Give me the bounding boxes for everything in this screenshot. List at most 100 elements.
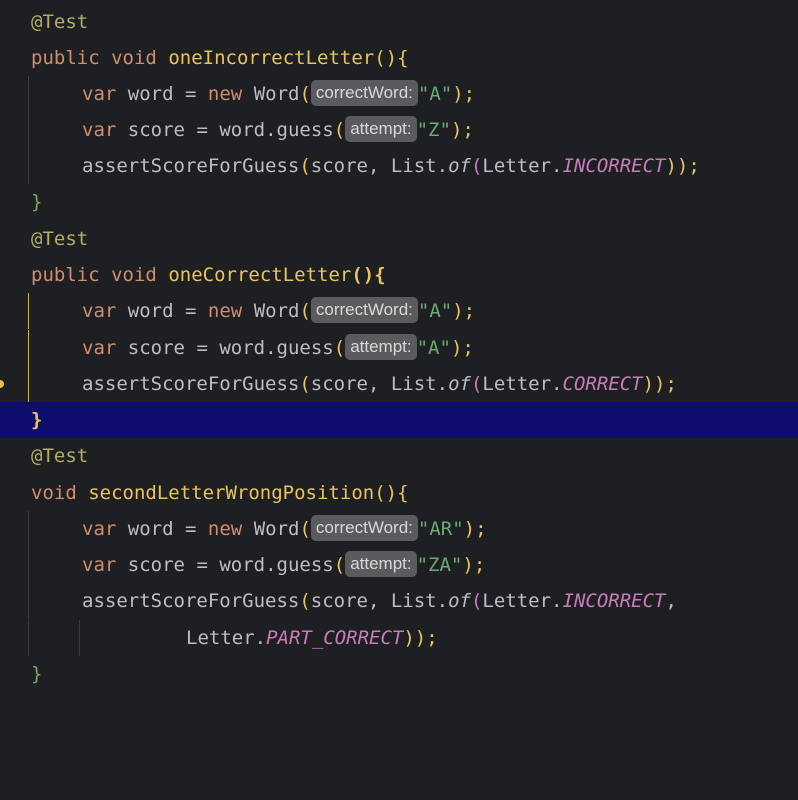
operator: = <box>185 518 197 540</box>
var-keyword: var <box>82 337 117 359</box>
code-line[interactable]: var word = new Word(correctWord: "A"); <box>0 76 798 112</box>
indent-guide <box>28 583 29 619</box>
parameter-hint: correctWord: <box>310 515 418 541</box>
code-line[interactable]: public void oneIncorrectLetter(){ <box>0 40 798 76</box>
modifier-keyword: public <box>31 264 100 286</box>
method-name: oneIncorrectLetter <box>168 47 375 69</box>
method-open: (){ <box>351 264 386 286</box>
variable-name: word <box>127 300 174 322</box>
enum-constant: CORRECT <box>562 373 643 395</box>
code-line[interactable]: assertScoreForGuess(score, List.of(Lette… <box>0 366 798 402</box>
enum-constant: INCORRECT <box>562 590 666 612</box>
closing-paren: ); <box>462 554 486 576</box>
code-line[interactable]: assertScoreForGuess(score, List.of(Lette… <box>0 148 798 184</box>
variable-name: score <box>127 554 185 576</box>
code-line[interactable]: var word = new Word(correctWord: "A"); <box>0 293 798 329</box>
indent-guide <box>28 366 29 402</box>
method-call: assertScoreForGuess <box>82 590 300 612</box>
var-keyword: var <box>82 119 117 141</box>
code-line[interactable]: assertScoreForGuess(score, List.of(Lette… <box>0 583 798 619</box>
indent-guide <box>79 620 80 656</box>
string-literal: "Z" <box>416 119 451 141</box>
enum-class: Letter. <box>482 590 563 612</box>
variable-name: word <box>127 518 174 540</box>
code-line[interactable]: Letter.PART_CORRECT)); <box>0 620 798 656</box>
code-line[interactable]: var score = word.guess(attempt: "Z"); <box>0 112 798 148</box>
closing-paren: ); <box>452 83 476 105</box>
closing-paren: ); <box>463 518 487 540</box>
variable-name: word <box>127 83 174 105</box>
method-call: assertScoreForGuess <box>82 155 300 177</box>
code-line[interactable]: } <box>0 656 798 692</box>
indent-guide <box>28 620 29 656</box>
code-line[interactable]: var word = new Word(correctWord: "AR"); <box>0 511 798 547</box>
return-type-keyword: void <box>111 264 157 286</box>
new-keyword: new <box>207 518 243 540</box>
closing-paren: ); <box>452 300 476 322</box>
code-line[interactable]: } <box>0 184 798 220</box>
var-keyword: var <box>82 83 117 105</box>
indent-guide <box>28 76 29 112</box>
new-keyword: new <box>207 300 243 322</box>
current-line[interactable]: } <box>0 402 798 438</box>
code-line[interactable]: @Test <box>0 4 798 40</box>
annotation: @Test <box>31 445 89 467</box>
code-line[interactable]: @Test <box>0 221 798 257</box>
closing-paren: )); <box>403 627 438 649</box>
method-call: word.guess <box>219 119 334 141</box>
variable-name: score <box>127 337 185 359</box>
class-name: Word <box>253 518 300 540</box>
var-keyword: var <box>82 554 117 576</box>
operator: = <box>185 300 197 322</box>
method-call: word.guess <box>219 337 334 359</box>
parameter-hint: attempt: <box>345 334 417 360</box>
enum-class: Letter. <box>482 373 563 395</box>
argument-text: score, List. <box>310 590 449 612</box>
annotation: @Test <box>31 228 89 250</box>
string-literal: "AR" <box>417 518 464 540</box>
method-open: (){ <box>374 482 409 504</box>
operator: = <box>196 554 208 576</box>
var-keyword: var <box>82 300 117 322</box>
code-line[interactable]: var score = word.guess(attempt: "A"); <box>0 330 798 366</box>
indent-guide <box>28 293 29 329</box>
new-keyword: new <box>207 83 243 105</box>
lightbulb-icon[interactable] <box>0 380 4 388</box>
var-keyword: var <box>82 518 117 540</box>
enum-constant: PART_CORRECT <box>266 627 404 649</box>
code-line[interactable]: void secondLetterWrongPosition(){ <box>0 475 798 511</box>
closing-paren: )); <box>665 155 700 177</box>
variable-name: score <box>127 119 185 141</box>
parameter-hint: correctWord: <box>310 297 418 323</box>
static-method: of <box>448 373 471 395</box>
comma: , <box>665 590 677 612</box>
indent-guide <box>28 547 29 583</box>
modifier-keyword: public <box>31 47 100 69</box>
operator: = <box>196 119 208 141</box>
method-open: (){ <box>374 47 409 69</box>
code-line[interactable]: var score = word.guess(attempt: "ZA"); <box>0 547 798 583</box>
closing-brace: } <box>31 409 43 431</box>
operator: = <box>196 337 208 359</box>
method-call: word.guess <box>219 554 334 576</box>
class-name: Word <box>253 83 300 105</box>
method-name: secondLetterWrongPosition <box>88 482 375 504</box>
enum-constant: INCORRECT <box>562 155 666 177</box>
code-editor[interactable]: @Test public void oneIncorrectLetter(){ … <box>0 0 798 690</box>
indent-guide <box>28 148 29 184</box>
string-literal: "ZA" <box>416 554 463 576</box>
return-type-keyword: void <box>111 47 157 69</box>
string-literal: "A" <box>416 337 451 359</box>
return-type-keyword: void <box>31 482 77 504</box>
code-line[interactable]: @Test <box>0 438 798 474</box>
indent-guide <box>28 112 29 148</box>
method-name: oneCorrectLetter <box>168 264 352 286</box>
closing-brace: } <box>31 663 43 685</box>
string-literal: "A" <box>417 300 453 322</box>
class-name: Word <box>253 300 300 322</box>
code-line[interactable]: public void oneCorrectLetter(){ <box>0 257 798 293</box>
enum-class: Letter. <box>186 627 267 649</box>
argument-text: score, List. <box>310 155 449 177</box>
argument-text: score, List. <box>310 373 449 395</box>
closing-paren: ); <box>450 119 474 141</box>
